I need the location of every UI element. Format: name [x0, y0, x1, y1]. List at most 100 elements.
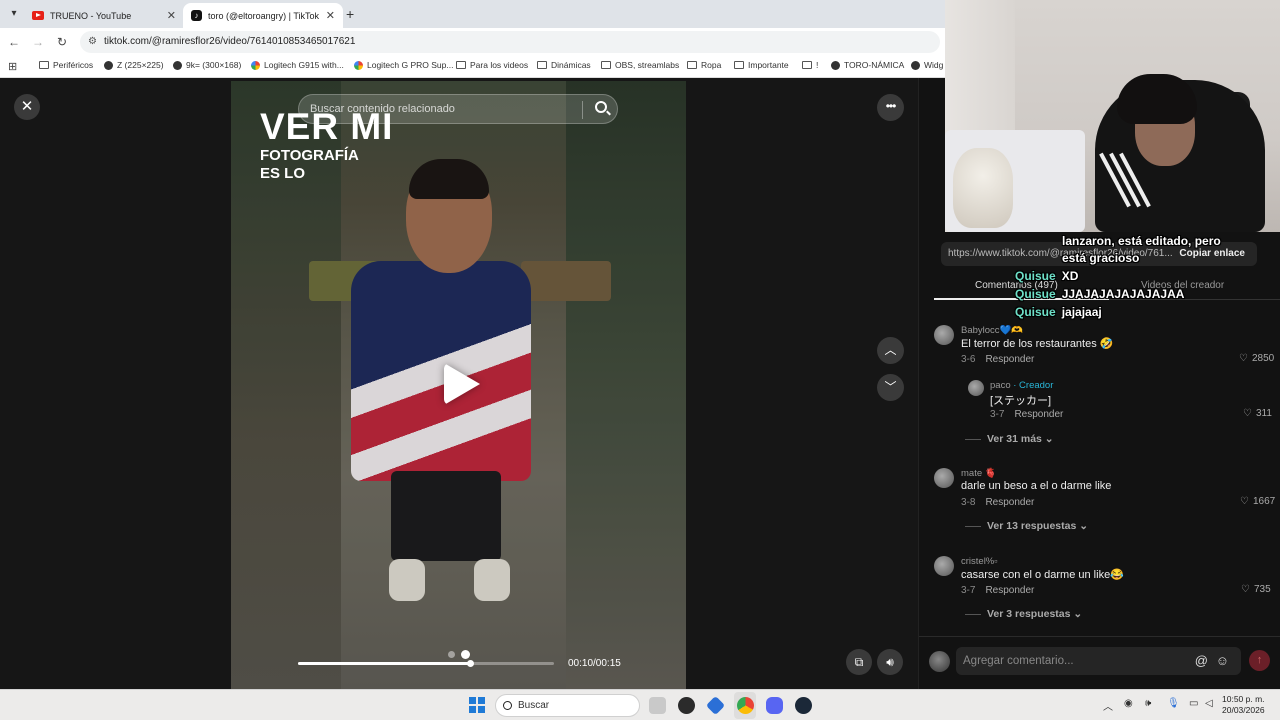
- tab-youtube[interactable]: TRUENO - YouTube ✕: [24, 3, 184, 28]
- bookmark-toro-namica[interactable]: TORO-NÁMICA: [831, 60, 904, 70]
- bookmark-dinamicas[interactable]: Dinámicas: [537, 60, 591, 70]
- tiktok-icon: ♪: [191, 10, 202, 21]
- mention-icon[interactable]: @: [1195, 647, 1208, 675]
- tab-search-chevron-icon[interactable]: ▾: [5, 5, 23, 23]
- reply-button[interactable]: Responder: [985, 354, 1034, 365]
- bookmark-logitech-g915[interactable]: Logitech G915 with...: [251, 60, 344, 70]
- new-tab-button[interactable]: +: [346, 6, 354, 22]
- site-info-icon[interactable]: ⚙: [88, 31, 97, 53]
- bookmark-label: Periféricos: [53, 60, 94, 70]
- taskbar-search[interactable]: Buscar: [495, 694, 640, 717]
- comment-item: Babylocc💙🫶 El terror de los restaurantes…: [934, 325, 1274, 385]
- reply-button[interactable]: Responder: [985, 585, 1034, 596]
- bookmark-label: Para los videos: [470, 60, 529, 70]
- bookmark-label: 9k= (300×168): [186, 60, 242, 70]
- caption-line-2: FOTOGRAFÍA: [260, 147, 359, 164]
- bookmark-label: OBS, streamlabs: [615, 60, 680, 70]
- view-more-replies-button[interactable]: Ver 31 más ⌄: [965, 433, 1054, 445]
- video-player[interactable]: VER MI FOTOGRAFÍA ES LO Buscar contenido…: [231, 81, 686, 689]
- bookmark-ropa[interactable]: Ropa: [687, 60, 721, 70]
- tab-tiktok[interactable]: ♪ toro (@eltoroangry) | TikTok ✕: [183, 3, 343, 28]
- vscode-icon[interactable]: [705, 695, 726, 716]
- reply-button[interactable]: Responder: [985, 497, 1034, 508]
- microphone-icon[interactable]: 🎙: [1167, 698, 1180, 709]
- close-tab-icon[interactable]: ✕: [326, 9, 335, 22]
- comment-meta: 3-8 Responder: [961, 497, 1034, 508]
- comment-username[interactable]: cristel%▫: [961, 556, 998, 567]
- progress-knob[interactable]: [466, 660, 474, 667]
- bookmark-obs[interactable]: OBS, streamlabs: [601, 60, 679, 70]
- comment-username[interactable]: Babylocc💙🫶: [961, 325, 1023, 336]
- bookmark-para-los-videos[interactable]: Para los videos: [456, 60, 528, 70]
- apps-grid-icon[interactable]: ⊞: [8, 60, 17, 73]
- back-arrow-icon[interactable]: ←: [5, 33, 23, 51]
- bookmark-widg[interactable]: Widg: [911, 60, 943, 70]
- heart-icon: ♡: [1241, 584, 1250, 595]
- bookmark-logitech-gpro[interactable]: Logitech G PRO Sup...: [354, 60, 453, 70]
- chat-text: jajajaaj: [1061, 305, 1102, 319]
- avatar[interactable]: [934, 556, 954, 576]
- like-count: 2850: [1251, 353, 1275, 364]
- like-button[interactable]: ♡ 1667: [1240, 496, 1275, 507]
- view-more-replies-button[interactable]: Ver 3 respuestas ⌄: [965, 608, 1082, 620]
- task-view-icon[interactable]: [649, 697, 666, 714]
- play-icon[interactable]: [444, 363, 480, 405]
- next-video-chevron-down-icon[interactable]: ﹀: [877, 374, 904, 401]
- comment-username[interactable]: paco · Creador: [990, 380, 1053, 391]
- address-bar[interactable]: ⚙ tiktok.com/@ramiresflor26/video/761401…: [80, 31, 940, 53]
- previous-video-chevron-up-icon[interactable]: ︿: [877, 337, 904, 364]
- comment-meta: 3-7 Responder: [990, 409, 1063, 420]
- progress-bar[interactable]: [298, 660, 554, 667]
- avatar[interactable]: [968, 380, 984, 396]
- like-button[interactable]: ♡ 311: [1243, 408, 1272, 419]
- like-button[interactable]: ♡ 735: [1241, 584, 1271, 595]
- avatar[interactable]: [934, 325, 954, 345]
- volume-tray-icon[interactable]: ◁: [1205, 698, 1213, 709]
- bookmark-importante[interactable]: Importante: [734, 60, 789, 70]
- reply-button[interactable]: Responder: [1014, 409, 1063, 420]
- network-icon[interactable]: ▭: [1189, 698, 1198, 709]
- view-more-replies-button[interactable]: Ver 13 respuestas ⌄: [965, 520, 1088, 532]
- tray-chevron-up-icon[interactable]: ︿: [1103, 698, 1113, 713]
- avatar[interactable]: [934, 468, 954, 488]
- close-video-button[interactable]: ✕: [14, 94, 40, 120]
- discord-icon[interactable]: [766, 697, 783, 714]
- steam-icon[interactable]: [795, 697, 812, 714]
- emoji-icon[interactable]: ☺: [1216, 647, 1229, 675]
- bookmark-9k[interactable]: 9k= (300×168): [173, 60, 241, 70]
- folder-icon: [734, 61, 744, 69]
- folder-icon: [687, 61, 697, 69]
- comment-input[interactable]: Agregar comentario... @ ☺: [956, 647, 1241, 675]
- chat-message: está gracioso: [1062, 251, 1139, 265]
- floating-player-icon[interactable]: ⧉: [846, 649, 872, 675]
- like-button[interactable]: ♡ 2850: [1239, 353, 1274, 364]
- discord-tray-icon[interactable]: ◉: [1124, 698, 1133, 709]
- chrome-icon[interactable]: [737, 697, 754, 714]
- speaker-tray-icon[interactable]: 🕪: [1145, 698, 1151, 709]
- comment-username[interactable]: mate 🫀: [961, 468, 997, 479]
- system-clock[interactable]: 10:50 p. m. 20/03/2026: [1222, 694, 1265, 716]
- creator-badge: · Creador: [1013, 380, 1054, 391]
- related-search-placeholder: Buscar contenido relacionado: [310, 103, 455, 115]
- avatar[interactable]: [929, 651, 950, 672]
- more-options-icon[interactable]: •••: [877, 94, 904, 121]
- video-viewer: ✕ ••• VER MI FOTOGRAFÍA ES LO Buscar con…: [0, 78, 918, 689]
- windows-start-icon[interactable]: [469, 697, 485, 713]
- github-icon[interactable]: [678, 697, 695, 714]
- related-search-input[interactable]: Buscar contenido relacionado: [298, 94, 618, 124]
- close-tab-icon[interactable]: ✕: [167, 9, 176, 22]
- bookmark-label: Importante: [748, 60, 789, 70]
- search-icon[interactable]: [595, 101, 607, 113]
- divider: [582, 101, 583, 119]
- reload-icon[interactable]: ↻: [53, 33, 71, 51]
- globe-icon: [831, 60, 840, 70]
- slide-dot[interactable]: [448, 651, 455, 658]
- forward-arrow-icon[interactable]: →: [29, 33, 47, 51]
- bookmark-perifericos[interactable]: Periféricos: [39, 60, 93, 70]
- bookmark-z[interactable]: Z (225×225): [104, 60, 164, 70]
- chat-username: Quisue: [1015, 305, 1056, 319]
- send-arrow-icon[interactable]: ↑: [1249, 650, 1270, 671]
- volume-icon[interactable]: 🔊︎: [877, 649, 903, 675]
- bookmark-exclamation[interactable]: !: [802, 60, 818, 70]
- slide-dot-active[interactable]: [461, 650, 470, 659]
